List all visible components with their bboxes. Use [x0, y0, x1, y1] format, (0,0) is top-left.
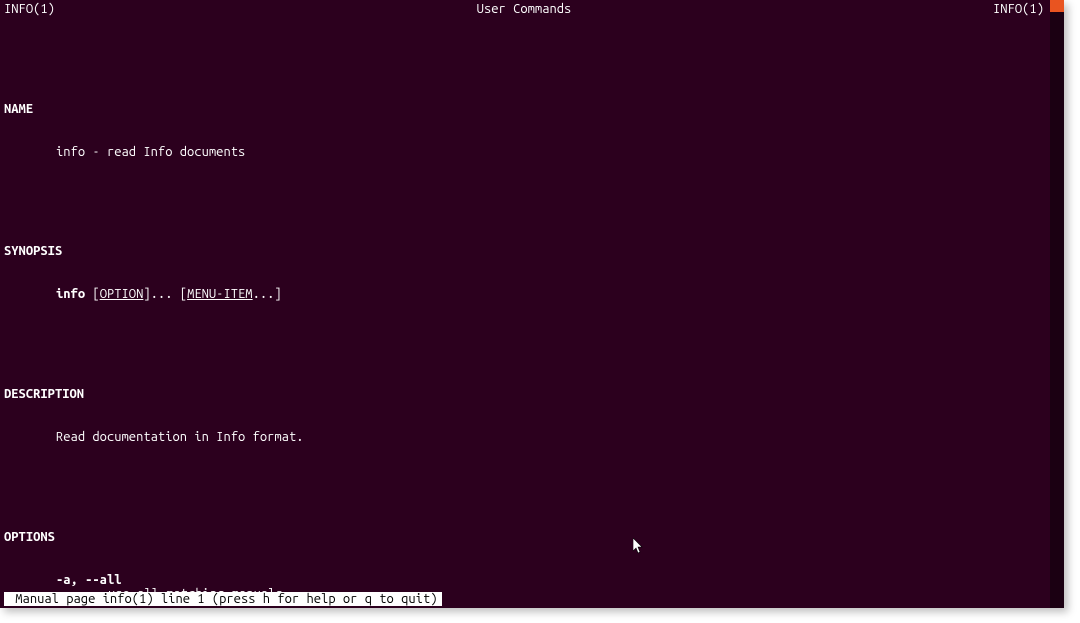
man-page-header: INFO(1) User Commands INFO(1): [0, 0, 1064, 16]
status-bar: Manual page info(1) line 1 (press h for …: [4, 592, 442, 606]
section-name-heading: NAME: [4, 102, 1060, 116]
man-page-content[interactable]: NAME info - read Info documents SYNOPSIS…: [0, 16, 1064, 608]
section-options-heading: OPTIONS: [4, 530, 1060, 544]
header-right: INFO(1): [993, 2, 1044, 16]
option-flag: -a, --all: [56, 573, 122, 587]
header-left: INFO(1): [4, 2, 55, 16]
scrollbar[interactable]: [1050, 0, 1064, 608]
section-synopsis-heading: SYNOPSIS: [4, 244, 1060, 258]
terminal-window: INFO(1) User Commands INFO(1) NAME info …: [0, 0, 1064, 608]
option-flag-line: -a, --all: [4, 573, 1060, 587]
synopsis-line: info [OPTION]... [MENU-ITEM...]: [4, 287, 1060, 301]
description-text: Read documentation in Info format.: [4, 430, 1060, 444]
name-text: info - read Info documents: [4, 145, 1060, 159]
header-center: User Commands: [477, 2, 572, 16]
synopsis-menuitem: MENU-ITEM: [187, 287, 253, 301]
section-description-heading: DESCRIPTION: [4, 387, 1060, 401]
scrollbar-thumb[interactable]: [1050, 0, 1064, 12]
synopsis-option: OPTION: [100, 287, 144, 301]
synopsis-cmd: info: [56, 287, 85, 301]
